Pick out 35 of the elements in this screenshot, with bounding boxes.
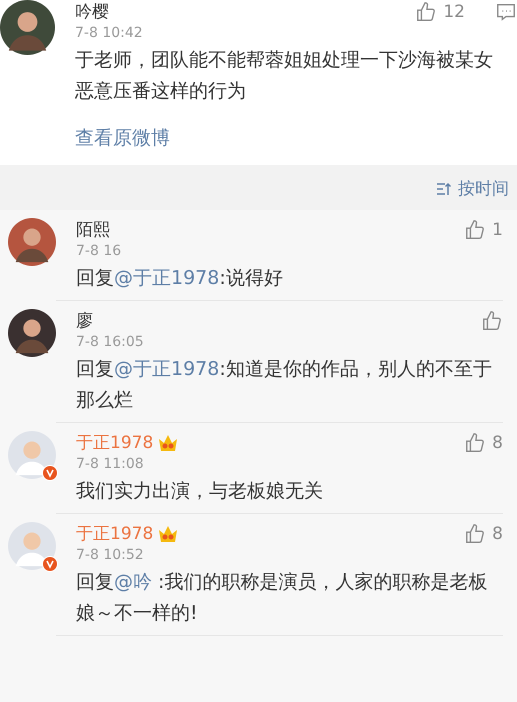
thumbs-up-icon[interactable] — [415, 0, 438, 22]
sort-by-time-button[interactable]: 按时间 — [436, 177, 509, 200]
thumbs-up-icon[interactable] — [481, 310, 503, 332]
like-count: 8 — [492, 524, 503, 544]
user-name[interactable]: 吟樱 — [75, 0, 109, 23]
thumbs-up-icon[interactable] — [464, 218, 486, 240]
timestamp: 7-8 10:42 — [75, 25, 144, 41]
like-count: 12 — [443, 2, 465, 22]
user-name[interactable]: 于正1978 — [76, 431, 154, 454]
like-count: 1 — [492, 220, 503, 240]
timestamp: 7-8 10:52 — [76, 547, 145, 563]
timestamp: 7-8 16 — [76, 243, 122, 259]
timestamp: 7-8 11:08 — [76, 456, 145, 472]
avatar[interactable] — [8, 218, 56, 266]
reply-text: 我们实力出演，与老板娘无关 — [76, 479, 324, 504]
user-name[interactable]: 于正1978 — [76, 522, 154, 545]
reply-text: 回复@于正1978:说得好 — [76, 266, 284, 291]
sort-icon — [436, 182, 452, 196]
crown-icon — [157, 432, 180, 452]
reply-text: 回复@于正1978:知道是你的作品，别人的不至于那么烂 — [76, 357, 493, 413]
reply-text: 回复@吟 :我们的职称是演员，人家的职称是老板娘～不一样的! — [76, 570, 488, 626]
view-original-link[interactable]: 查看原微博 — [75, 125, 170, 151]
user-name[interactable]: 陌熙 — [76, 218, 110, 241]
like-count: 8 — [492, 432, 503, 452]
comment-text: 于老师，团队能不能帮蓉姐姐处理一下沙海被某女恶意压番这样的行为 — [75, 48, 494, 104]
mention-link[interactable]: @于正1978 — [114, 267, 220, 289]
crown-icon — [157, 524, 180, 544]
avatar[interactable] — [8, 309, 56, 357]
timestamp: 7-8 16:05 — [76, 334, 145, 350]
mention-link[interactable]: @吟 — [114, 571, 152, 593]
avatar[interactable] — [0, 0, 55, 55]
thumbs-up-icon[interactable] — [464, 432, 486, 454]
mention-link[interactable]: @于正1978 — [114, 358, 220, 380]
user-name[interactable]: 廖 — [76, 309, 93, 332]
thumbs-up-icon[interactable] — [464, 522, 486, 544]
